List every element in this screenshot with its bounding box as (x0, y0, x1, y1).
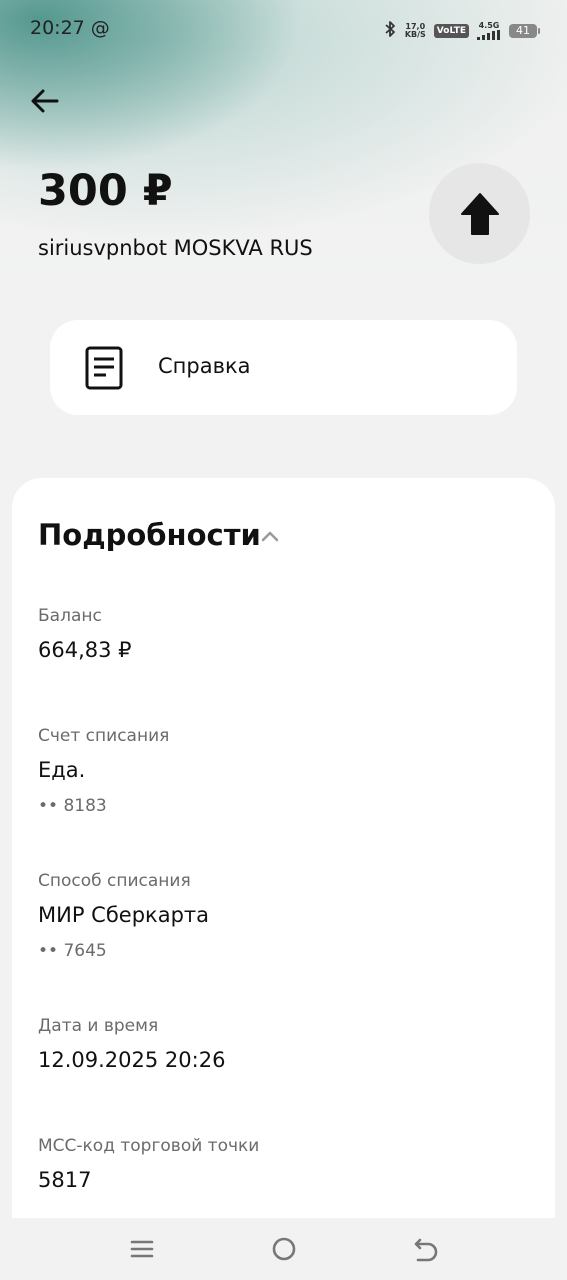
transaction-amount: 300 ₽ (38, 166, 173, 216)
arrow-left-icon (31, 89, 59, 113)
chevron-up-icon[interactable] (260, 526, 280, 546)
datetime-label: Дата и время (38, 1016, 159, 1036)
home-circle-icon (272, 1237, 296, 1261)
account-label: Счет списания (38, 726, 170, 746)
balance-label: Баланс (38, 606, 102, 626)
status-icons: 17,0 KB/S VoLTE 4.5G 41 (383, 20, 540, 42)
back-button[interactable] (28, 84, 62, 118)
help-label: Справка (158, 354, 251, 378)
signal-indicator: 4.5G (477, 22, 501, 40)
signal-icon (477, 30, 500, 40)
transfer-type-button[interactable] (429, 163, 530, 264)
status-bar: 20:27 @ 17,0 KB/S VoLTE 4.5G 41 (0, 0, 567, 60)
menu-icon (130, 1240, 154, 1258)
nav-menu-button[interactable] (127, 1234, 157, 1264)
system-nav-bar (0, 1218, 567, 1280)
battery-indicator: 41 (509, 24, 540, 38)
account-number: •• 8183 (38, 796, 107, 816)
account-value: Еда. (38, 758, 86, 782)
network-speed: 17,0 KB/S (405, 23, 426, 39)
mcc-value: 5817 (38, 1168, 92, 1192)
details-card: Подробности Баланс 664,83 ₽ Счет списани… (12, 478, 555, 1238)
balance-value: 664,83 ₽ (38, 638, 132, 662)
mcc-label: МСС-код торговой точки (38, 1136, 260, 1156)
method-number: •• 7645 (38, 941, 107, 961)
back-arrow-icon (414, 1238, 438, 1262)
method-value: МИР Сберкарта (38, 903, 210, 927)
details-title[interactable]: Подробности (38, 518, 261, 552)
help-button[interactable]: Справка (50, 320, 517, 415)
datetime-value: 12.09.2025 20:26 (38, 1048, 226, 1072)
network-speed-unit: KB/S (404, 30, 426, 39)
document-icon (85, 346, 123, 390)
nav-home-button[interactable] (269, 1234, 299, 1264)
nav-back-button[interactable] (411, 1234, 441, 1264)
network-type: 4.5G (478, 21, 500, 30)
volte-badge: VoLTE (433, 24, 469, 38)
bluetooth-icon (383, 20, 397, 42)
arrow-up-icon (460, 192, 499, 235)
merchant-name: siriusvpnbot MOSKVA RUS (38, 236, 313, 260)
method-label: Способ списания (38, 871, 191, 891)
status-time: 20:27 @ (30, 17, 110, 39)
